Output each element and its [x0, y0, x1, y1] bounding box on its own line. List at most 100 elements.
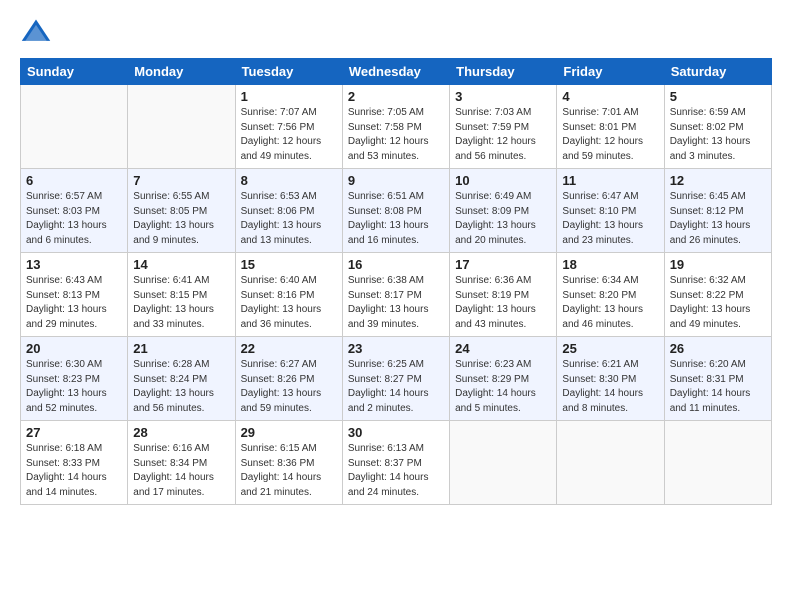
day-number: 18: [562, 257, 658, 272]
calendar-cell: 10 Sunrise: 6:49 AM Sunset: 8:09 PM Dayli…: [450, 169, 557, 253]
day-number: 26: [670, 341, 766, 356]
calendar-cell: 15 Sunrise: 6:40 AM Sunset: 8:16 PM Dayli…: [235, 253, 342, 337]
logo-icon: [20, 16, 52, 48]
day-number: 19: [670, 257, 766, 272]
day-number: 7: [133, 173, 229, 188]
calendar-cell: [557, 421, 664, 505]
day-info: Sunrise: 7:01 AM Sunset: 8:01 PM Dayligh…: [562, 106, 658, 164]
day-info: Sunrise: 6:43 AM Sunset: 8:13 PM Dayligh…: [26, 274, 122, 332]
day-number: 21: [133, 341, 229, 356]
calendar-cell: 21 Sunrise: 6:28 AM Sunset: 8:24 PM Dayli…: [128, 337, 235, 421]
header: [20, 16, 772, 48]
day-info: Sunrise: 6:23 AM Sunset: 8:29 PM Dayligh…: [455, 358, 551, 416]
day-number: 17: [455, 257, 551, 272]
day-number: 22: [241, 341, 337, 356]
day-number: 24: [455, 341, 551, 356]
calendar-cell: 24 Sunrise: 6:23 AM Sunset: 8:29 PM Dayli…: [450, 337, 557, 421]
calendar: SundayMondayTuesdayWednesdayThursdayFrid…: [20, 58, 772, 505]
day-info: Sunrise: 6:59 AM Sunset: 8:02 PM Dayligh…: [670, 106, 766, 164]
weekday-header-monday: Monday: [128, 59, 235, 85]
day-number: 23: [348, 341, 444, 356]
day-info: Sunrise: 6:45 AM Sunset: 8:12 PM Dayligh…: [670, 190, 766, 248]
calendar-cell: 25 Sunrise: 6:21 AM Sunset: 8:30 PM Dayli…: [557, 337, 664, 421]
day-info: Sunrise: 6:49 AM Sunset: 8:09 PM Dayligh…: [455, 190, 551, 248]
day-number: 30: [348, 425, 444, 440]
calendar-week-row: 1 Sunrise: 7:07 AM Sunset: 7:56 PM Daylig…: [21, 85, 772, 169]
calendar-cell: 13 Sunrise: 6:43 AM Sunset: 8:13 PM Dayli…: [21, 253, 128, 337]
day-info: Sunrise: 6:28 AM Sunset: 8:24 PM Dayligh…: [133, 358, 229, 416]
calendar-cell: 17 Sunrise: 6:36 AM Sunset: 8:19 PM Dayli…: [450, 253, 557, 337]
calendar-cell: 26 Sunrise: 6:20 AM Sunset: 8:31 PM Dayli…: [664, 337, 771, 421]
calendar-cell: [450, 421, 557, 505]
day-number: 14: [133, 257, 229, 272]
calendar-cell: [664, 421, 771, 505]
day-number: 3: [455, 89, 551, 104]
day-info: Sunrise: 6:40 AM Sunset: 8:16 PM Dayligh…: [241, 274, 337, 332]
day-info: Sunrise: 6:20 AM Sunset: 8:31 PM Dayligh…: [670, 358, 766, 416]
day-info: Sunrise: 6:18 AM Sunset: 8:33 PM Dayligh…: [26, 442, 122, 500]
calendar-cell: [21, 85, 128, 169]
calendar-week-row: 27 Sunrise: 6:18 AM Sunset: 8:33 PM Dayli…: [21, 421, 772, 505]
calendar-cell: 4Sunrise: 7:01 AM Sunset: 8:01 PM Daylig…: [557, 85, 664, 169]
calendar-cell: [128, 85, 235, 169]
calendar-cell: 11 Sunrise: 6:47 AM Sunset: 8:10 PM Dayli…: [557, 169, 664, 253]
day-number: 20: [26, 341, 122, 356]
weekday-header-tuesday: Tuesday: [235, 59, 342, 85]
calendar-cell: 9 Sunrise: 6:51 AM Sunset: 8:08 PM Daylig…: [342, 169, 449, 253]
day-info: Sunrise: 6:38 AM Sunset: 8:17 PM Dayligh…: [348, 274, 444, 332]
calendar-week-row: 20Sunrise: 6:30 AM Sunset: 8:23 PM Dayli…: [21, 337, 772, 421]
day-number: 15: [241, 257, 337, 272]
day-info: Sunrise: 6:16 AM Sunset: 8:34 PM Dayligh…: [133, 442, 229, 500]
day-number: 29: [241, 425, 337, 440]
calendar-cell: 18 Sunrise: 6:34 AM Sunset: 8:20 PM Dayli…: [557, 253, 664, 337]
calendar-week-row: 6Sunrise: 6:57 AM Sunset: 8:03 PM Daylig…: [21, 169, 772, 253]
logo: [20, 16, 56, 48]
day-info: Sunrise: 6:27 AM Sunset: 8:26 PM Dayligh…: [241, 358, 337, 416]
day-number: 11: [562, 173, 658, 188]
day-info: Sunrise: 6:55 AM Sunset: 8:05 PM Dayligh…: [133, 190, 229, 248]
weekday-header-saturday: Saturday: [664, 59, 771, 85]
day-info: Sunrise: 6:25 AM Sunset: 8:27 PM Dayligh…: [348, 358, 444, 416]
day-number: 25: [562, 341, 658, 356]
day-info: Sunrise: 6:53 AM Sunset: 8:06 PM Dayligh…: [241, 190, 337, 248]
calendar-cell: 22 Sunrise: 6:27 AM Sunset: 8:26 PM Dayli…: [235, 337, 342, 421]
calendar-cell: 1 Sunrise: 7:07 AM Sunset: 7:56 PM Daylig…: [235, 85, 342, 169]
calendar-cell: 30 Sunrise: 6:13 AM Sunset: 8:37 PM Dayli…: [342, 421, 449, 505]
day-number: 6: [26, 173, 122, 188]
weekday-header-row: SundayMondayTuesdayWednesdayThursdayFrid…: [21, 59, 772, 85]
day-number: 9: [348, 173, 444, 188]
day-number: 1: [241, 89, 337, 104]
day-number: 12: [670, 173, 766, 188]
calendar-cell: 7 Sunrise: 6:55 AM Sunset: 8:05 PM Daylig…: [128, 169, 235, 253]
calendar-cell: 28 Sunrise: 6:16 AM Sunset: 8:34 PM Dayli…: [128, 421, 235, 505]
day-info: Sunrise: 6:32 AM Sunset: 8:22 PM Dayligh…: [670, 274, 766, 332]
calendar-cell: 16 Sunrise: 6:38 AM Sunset: 8:17 PM Dayli…: [342, 253, 449, 337]
calendar-week-row: 13 Sunrise: 6:43 AM Sunset: 8:13 PM Dayli…: [21, 253, 772, 337]
day-info: Sunrise: 7:07 AM Sunset: 7:56 PM Dayligh…: [241, 106, 337, 164]
calendar-cell: 5Sunrise: 6:59 AM Sunset: 8:02 PM Daylig…: [664, 85, 771, 169]
day-info: Sunrise: 6:21 AM Sunset: 8:30 PM Dayligh…: [562, 358, 658, 416]
weekday-header-friday: Friday: [557, 59, 664, 85]
day-number: 10: [455, 173, 551, 188]
day-number: 8: [241, 173, 337, 188]
day-info: Sunrise: 6:13 AM Sunset: 8:37 PM Dayligh…: [348, 442, 444, 500]
calendar-cell: 14Sunrise: 6:41 AM Sunset: 8:15 PM Dayli…: [128, 253, 235, 337]
day-number: 27: [26, 425, 122, 440]
day-number: 16: [348, 257, 444, 272]
day-info: Sunrise: 7:05 AM Sunset: 7:58 PM Dayligh…: [348, 106, 444, 164]
day-info: Sunrise: 6:47 AM Sunset: 8:10 PM Dayligh…: [562, 190, 658, 248]
day-info: Sunrise: 6:15 AM Sunset: 8:36 PM Dayligh…: [241, 442, 337, 500]
calendar-cell: 27 Sunrise: 6:18 AM Sunset: 8:33 PM Dayli…: [21, 421, 128, 505]
day-info: Sunrise: 6:51 AM Sunset: 8:08 PM Dayligh…: [348, 190, 444, 248]
day-number: 13: [26, 257, 122, 272]
weekday-header-sunday: Sunday: [21, 59, 128, 85]
calendar-cell: 3Sunrise: 7:03 AM Sunset: 7:59 PM Daylig…: [450, 85, 557, 169]
day-info: Sunrise: 6:34 AM Sunset: 8:20 PM Dayligh…: [562, 274, 658, 332]
calendar-cell: 12 Sunrise: 6:45 AM Sunset: 8:12 PM Dayli…: [664, 169, 771, 253]
calendar-cell: 29 Sunrise: 6:15 AM Sunset: 8:36 PM Dayli…: [235, 421, 342, 505]
page: SundayMondayTuesdayWednesdayThursdayFrid…: [0, 0, 792, 612]
day-number: 28: [133, 425, 229, 440]
weekday-header-thursday: Thursday: [450, 59, 557, 85]
calendar-cell: 2Sunrise: 7:05 AM Sunset: 7:58 PM Daylig…: [342, 85, 449, 169]
day-info: Sunrise: 6:36 AM Sunset: 8:19 PM Dayligh…: [455, 274, 551, 332]
